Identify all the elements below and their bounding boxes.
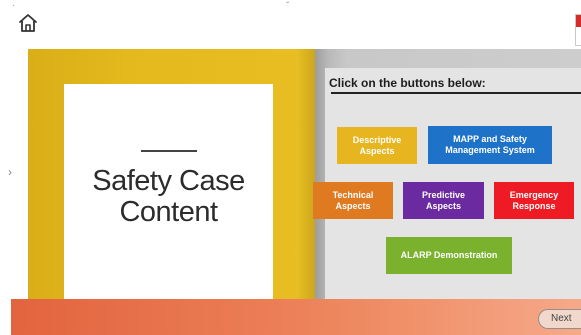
mapp-safety-management-button[interactable]: MAPP and Safety Management System [428,126,552,164]
corner-mark: · [12,0,16,11]
cover-divider [141,150,197,152]
predictive-aspects-button[interactable]: Predictive Aspects [403,182,484,219]
language-flag-icon[interactable] [575,14,581,46]
home-icon [19,14,37,32]
next-button[interactable]: Next [538,309,581,329]
cover-title: Safety Case Content [92,165,245,228]
side-panel-arrow-icon[interactable]: › [8,165,12,179]
instruction-text: Click on the buttons below: [329,76,486,90]
top-bar: · ˇ [0,0,581,46]
bottom-bar [11,299,581,335]
home-button[interactable] [17,12,39,34]
book-cover-page: Safety Case Content [28,49,315,309]
cover-card: Safety Case Content [64,84,273,309]
instruction-underline [331,92,581,94]
descriptive-aspects-button[interactable]: Descriptive Aspects [337,127,417,164]
alarp-demonstration-button[interactable]: ALARP Demonstration [386,237,512,274]
dropdown-caret-icon[interactable]: ˇ [286,2,289,12]
emergency-response-button[interactable]: Emergency Response [494,182,574,219]
technical-aspects-button[interactable]: Technical Aspects [313,182,393,219]
